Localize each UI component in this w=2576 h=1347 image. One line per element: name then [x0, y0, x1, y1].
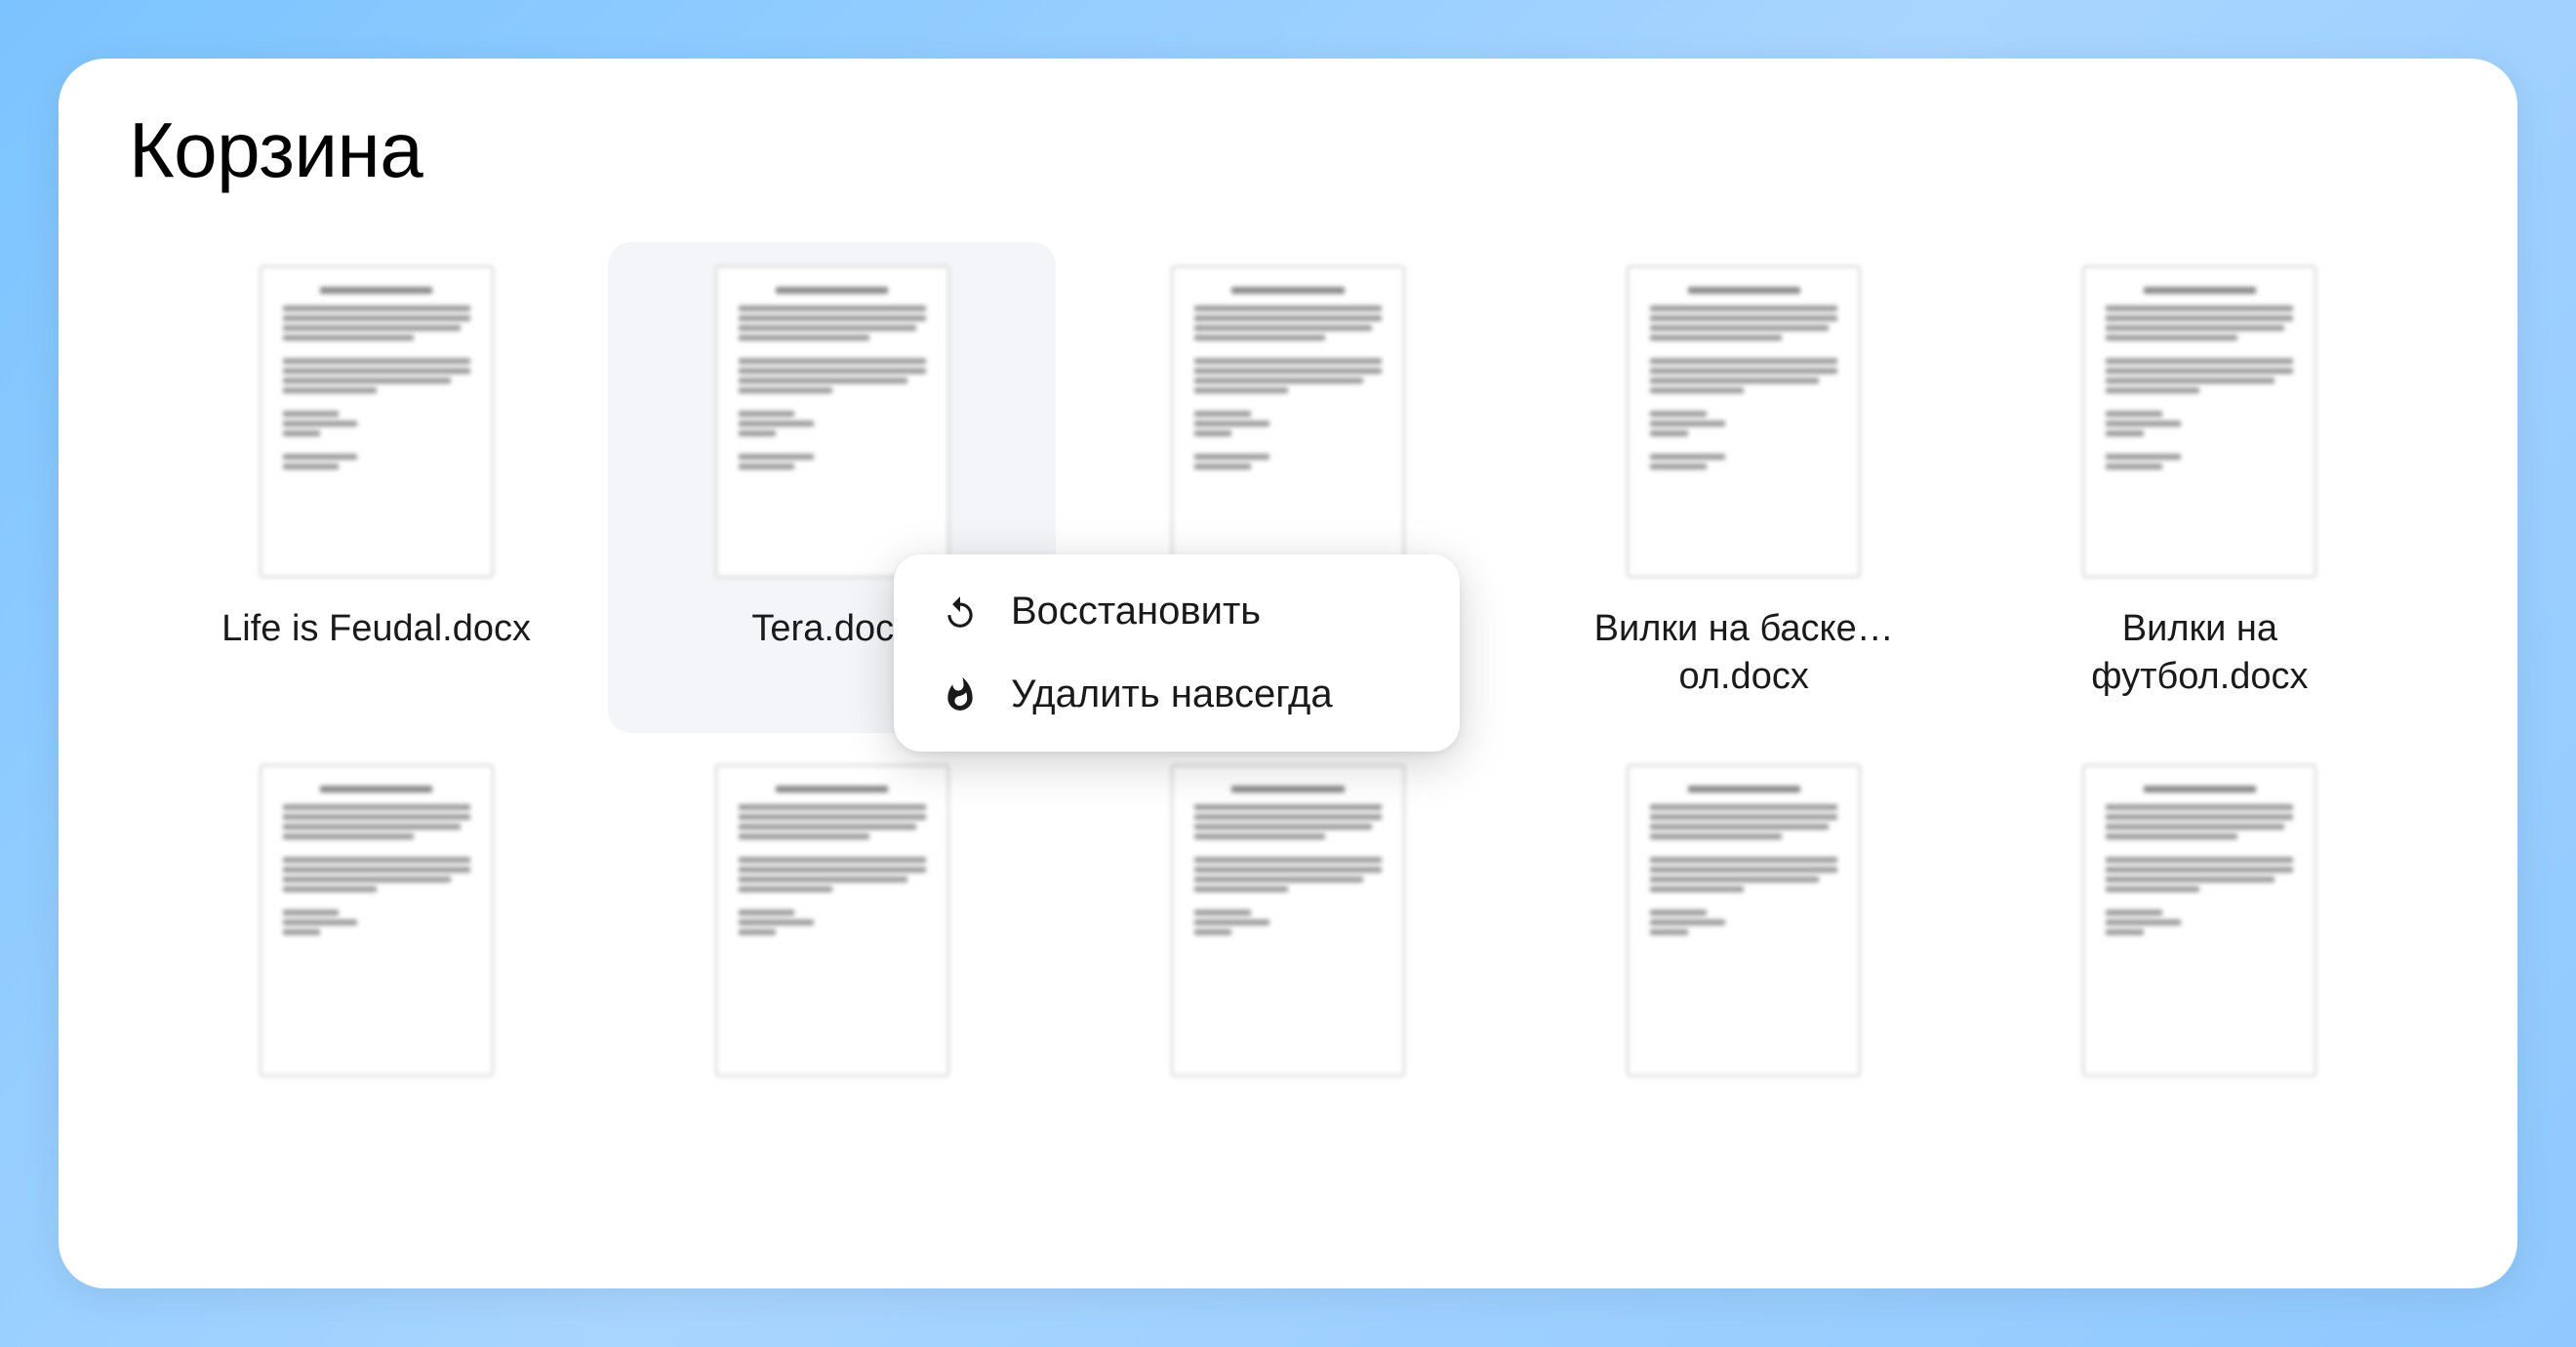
document-thumbnail: [1171, 265, 1405, 578]
document-thumbnail: [1627, 265, 1861, 578]
document-thumbnail: [260, 265, 494, 578]
file-name: Вилки на футбол.docx: [2024, 605, 2375, 702]
menu-label: Восстановить: [1011, 590, 1261, 633]
document-thumbnail: [2082, 265, 2316, 578]
file-name: Tera.docx: [751, 605, 912, 653]
context-menu: Восстановить Удалить навсегда: [894, 554, 1460, 752]
menu-label: Удалить навсегда: [1011, 673, 1333, 716]
file-item[interactable]: [608, 741, 1056, 1135]
page-title: Корзина: [129, 105, 2447, 195]
document-thumbnail: [260, 764, 494, 1077]
file-name: Life is Feudal.docx: [221, 605, 531, 653]
document-thumbnail: [715, 265, 949, 578]
trash-panel: Корзина Life is Feudal.docx: [59, 59, 2517, 1288]
file-item[interactable]: [1520, 741, 1968, 1135]
document-thumbnail: [2082, 764, 2316, 1077]
file-item[interactable]: Вилки на футбол.docx: [1976, 242, 2424, 733]
document-thumbnail: [715, 764, 949, 1077]
file-item[interactable]: [1976, 741, 2424, 1135]
restore-icon: [941, 592, 980, 632]
document-thumbnail: [1627, 764, 1861, 1077]
file-item[interactable]: [152, 741, 600, 1135]
delete-forever-menu-item[interactable]: Удалить навсегда: [894, 653, 1460, 736]
file-item[interactable]: Life is Feudal.docx: [152, 242, 600, 733]
file-item[interactable]: [1064, 741, 1511, 1135]
file-item[interactable]: Вилки на баске…ол.docx: [1520, 242, 1968, 733]
restore-menu-item[interactable]: Восстановить: [894, 570, 1460, 653]
document-thumbnail: [1171, 764, 1405, 1077]
fire-icon: [941, 675, 980, 714]
file-name: Вилки на баске…ол.docx: [1568, 605, 1919, 702]
